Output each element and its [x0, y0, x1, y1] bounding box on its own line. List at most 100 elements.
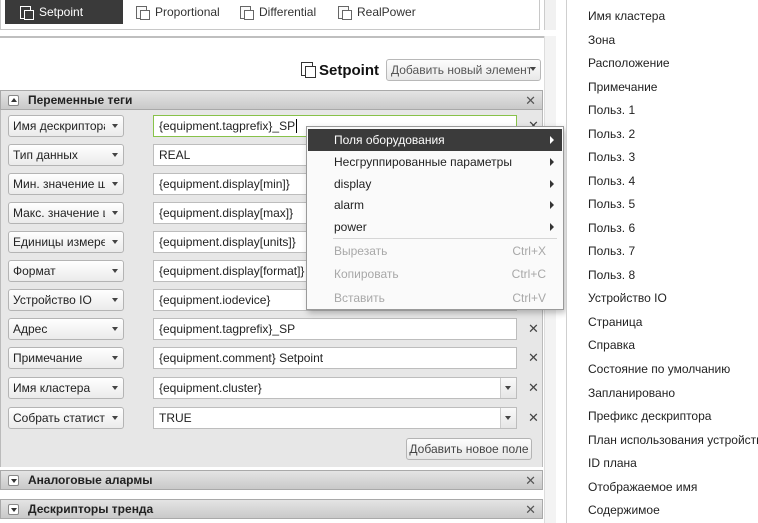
expand-icon[interactable]: [8, 503, 19, 515]
field-row: Имя кластера {equipment.cluster} ✕: [1, 374, 544, 400]
menu-item-ungrouped-params[interactable]: Несгруппированные параметры: [308, 151, 562, 173]
field-name: Мин. значение шкалы: [13, 177, 105, 191]
context-menu: Поля оборудования Несгруппированные пара…: [306, 126, 564, 310]
close-icon[interactable]: ✕: [525, 473, 536, 489]
document-icon: [135, 5, 150, 20]
field-name-dropdown[interactable]: Устройство IO: [8, 289, 124, 311]
submenu-item[interactable]: План использования устройства: [588, 433, 758, 447]
submenu-item[interactable]: ID плана: [588, 456, 637, 470]
field-name-dropdown[interactable]: Адрес: [8, 318, 124, 340]
menu-item-label: Копировать: [334, 267, 399, 281]
chevron-right-icon: [550, 223, 554, 231]
menu-item-cut[interactable]: Вырезать Ctrl+X: [308, 240, 562, 262]
menu-item-power[interactable]: power: [308, 216, 562, 238]
field-name: Имя кластера: [13, 381, 91, 395]
collapse-icon[interactable]: [8, 94, 19, 106]
document-icon: [239, 5, 254, 20]
submenu-item[interactable]: Польз. 7: [588, 244, 635, 258]
menu-item-label: Вставить: [334, 291, 385, 305]
field-name-dropdown[interactable]: Единицы измерения: [8, 231, 124, 253]
chevron-down-icon[interactable]: [500, 378, 516, 398]
field-value-combobox[interactable]: {equipment.cluster}: [153, 377, 517, 399]
menu-item-label: power: [334, 220, 367, 234]
tab-setpoint[interactable]: Setpoint: [5, 0, 123, 24]
submenu-item[interactable]: Польз. 4: [588, 174, 635, 188]
field-value: {equipment.display[min]}: [159, 177, 290, 191]
chevron-right-icon: [550, 158, 554, 166]
submenu-item[interactable]: Польз. 3: [588, 150, 635, 164]
submenu-item[interactable]: Польз. 8: [588, 268, 635, 282]
submenu-item[interactable]: Страница: [588, 315, 642, 329]
section-trend-tags-header[interactable]: Дескрипторы тренда ✕: [0, 499, 543, 519]
close-icon[interactable]: ✕: [525, 93, 536, 109]
submenu-item[interactable]: Польз. 6: [588, 221, 635, 235]
submenu-item[interactable]: Справка: [588, 338, 635, 352]
field-row: Собрать статистику TRUE ✕: [1, 404, 544, 430]
field-name-dropdown[interactable]: Мин. значение шкалы: [8, 173, 124, 195]
submenu-item[interactable]: Префикс дескриптора: [588, 409, 711, 423]
submenu-item[interactable]: Расположение: [588, 56, 670, 70]
add-field-button[interactable]: Добавить новое поле: [406, 438, 532, 460]
equipment-fields-submenu: Имя кластера Зона Расположение Примечани…: [566, 0, 758, 523]
submenu-item[interactable]: Имя кластера: [588, 9, 665, 23]
field-name-dropdown[interactable]: Формат: [8, 260, 124, 282]
field-value: REAL: [159, 148, 191, 162]
chevron-down-icon: [530, 67, 536, 71]
section-analog-alarms-header[interactable]: Аналоговые алармы ✕: [0, 470, 543, 490]
field-name-dropdown[interactable]: Имя кластера: [8, 377, 124, 399]
submenu-item[interactable]: Состояние по умолчанию: [588, 362, 730, 376]
chevron-down-icon: [112, 124, 118, 128]
submenu-item[interactable]: Запланировано: [588, 386, 675, 400]
remove-row-icon[interactable]: ✕: [528, 350, 539, 366]
field-value-input[interactable]: {equipment.tagprefix}_SP: [153, 318, 517, 340]
field-value: {equipment.comment} Setpoint: [159, 351, 324, 365]
submenu-item[interactable]: Польз. 1: [588, 103, 635, 117]
tab-proportional[interactable]: Proportional: [135, 0, 220, 24]
tab-label: Setpoint: [39, 5, 84, 19]
field-value-input[interactable]: {equipment.comment} Setpoint: [153, 347, 517, 369]
section-title: Аналоговые алармы: [28, 473, 153, 487]
menu-item-copy[interactable]: Копировать Ctrl+C: [308, 263, 562, 285]
remove-row-icon[interactable]: ✕: [528, 321, 539, 337]
tab-scrollbar[interactable]: [544, 0, 556, 30]
menu-item-equipment-fields[interactable]: Поля оборудования: [308, 129, 562, 151]
tab-label: Differential: [259, 5, 317, 19]
menu-item-label: Вырезать: [334, 244, 388, 258]
menu-shortcut: Ctrl+C: [511, 267, 546, 281]
field-name-dropdown[interactable]: Макс. значение шкалы: [8, 202, 124, 224]
tab-differential[interactable]: Differential: [239, 0, 316, 24]
submenu-item[interactable]: Отображаемое имя: [588, 480, 697, 494]
close-icon[interactable]: ✕: [525, 502, 536, 518]
expand-icon[interactable]: [8, 474, 19, 486]
chevron-right-icon: [550, 201, 554, 209]
chevron-down-icon[interactable]: [500, 408, 516, 428]
remove-row-icon[interactable]: ✕: [528, 410, 539, 426]
menu-item-display[interactable]: display: [308, 173, 562, 195]
field-name-dropdown[interactable]: Собрать статистику: [8, 407, 124, 429]
submenu-item[interactable]: Зона: [588, 33, 615, 47]
section-variable-tags-header[interactable]: Переменные теги ✕: [0, 90, 543, 110]
submenu-item[interactable]: Устройство IO: [588, 291, 667, 305]
submenu-item[interactable]: Польз. 2: [588, 127, 635, 141]
field-value: TRUE: [159, 411, 192, 425]
menu-item-label: display: [334, 177, 372, 191]
submenu-item[interactable]: Примечание: [588, 80, 657, 94]
field-name-dropdown[interactable]: Имя дескриптора: [8, 115, 124, 137]
field-row: Примечание {equipment.comment} Setpoint …: [1, 344, 544, 370]
submenu-item[interactable]: Польз. 5: [588, 197, 635, 211]
remove-row-icon[interactable]: ✕: [528, 380, 539, 396]
chevron-down-icon: [112, 240, 118, 244]
submenu-item[interactable]: Содержимое: [588, 503, 660, 517]
field-value-combobox[interactable]: TRUE: [153, 407, 517, 429]
menu-item-alarm[interactable]: alarm: [308, 194, 562, 216]
tab-realpower[interactable]: RealPower: [337, 0, 416, 24]
chevron-down-icon: [112, 211, 118, 215]
field-name: Собрать статистику: [13, 411, 105, 425]
field-name-dropdown[interactable]: Тип данных: [8, 144, 124, 166]
page-title: Setpoint: [319, 62, 379, 79]
menu-item-paste[interactable]: Вставить Ctrl+V: [308, 287, 562, 309]
add-element-dropdown[interactable]: Добавить новый элемент: [386, 59, 541, 81]
chevron-down-icon: [112, 327, 118, 331]
document-icon: [300, 62, 316, 78]
field-name-dropdown[interactable]: Примечание: [8, 347, 124, 369]
